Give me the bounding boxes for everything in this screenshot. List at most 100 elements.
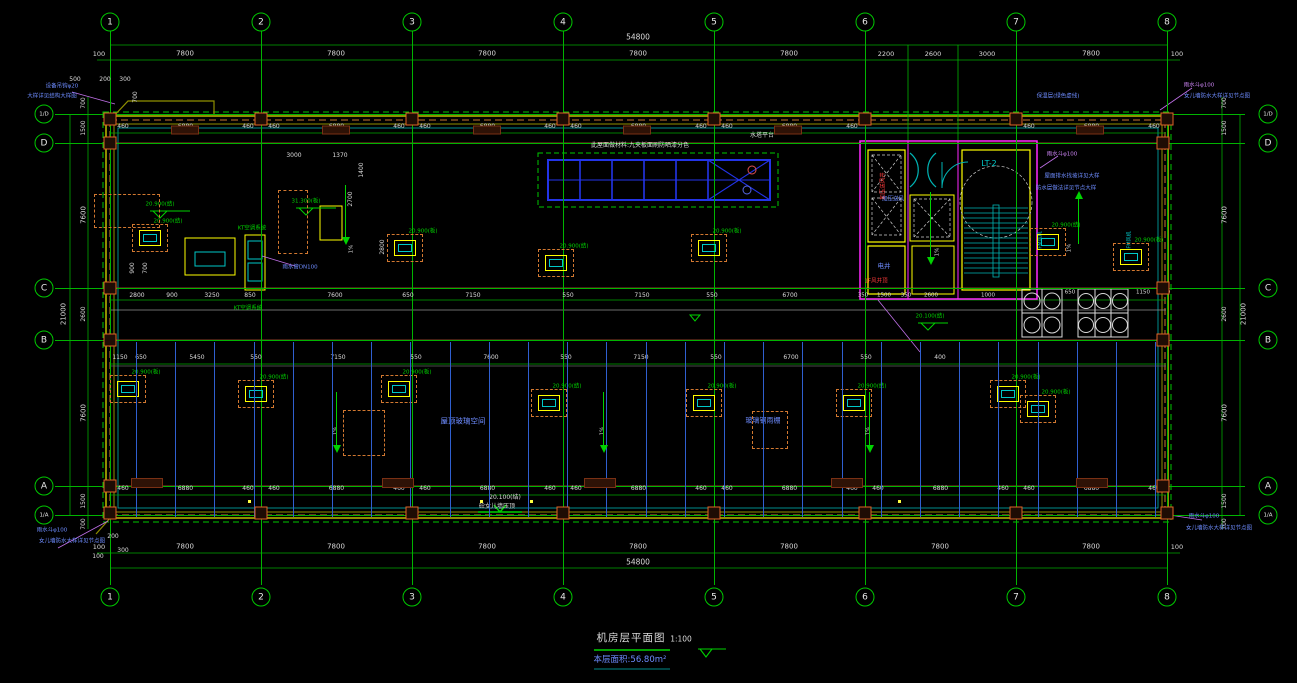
stair-core [860, 141, 1037, 299]
dim-text: 6880 [480, 486, 495, 492]
vent-grille [322, 126, 350, 135]
glass-mullion-line [920, 342, 921, 517]
dim-text: 7150 [634, 293, 649, 299]
dim-text: 460 [570, 124, 581, 130]
glass-mullion-line [175, 342, 176, 517]
dim-text: 7800 [780, 544, 798, 551]
dim-text: 1500 [81, 120, 87, 135]
vent-grille [584, 478, 616, 488]
column-marker [859, 113, 872, 126]
dim-text: 550 [250, 355, 261, 361]
glass-mullion-line [842, 342, 843, 517]
dim-text: 460 [721, 124, 732, 130]
column-marker [104, 334, 117, 347]
column-marker [1010, 113, 1023, 126]
dim-text: 7600 [81, 206, 88, 224]
dim-text: 1400 [359, 162, 365, 177]
annotation-text: 女儿墙防水大样详见节点图 [1186, 526, 1252, 532]
column-marker [255, 113, 268, 126]
dim-text: 460 [393, 124, 404, 130]
dim-text: 1500 [1222, 120, 1228, 135]
vent-grille [774, 126, 802, 135]
vent-grille [382, 478, 414, 488]
dim-text: 7800 [1082, 544, 1100, 551]
equipment-duct [398, 244, 412, 252]
glass-mullion-line [959, 342, 960, 517]
dim-text: 550 [710, 355, 721, 361]
slope-arrow-head [342, 237, 350, 245]
glass-mullion-line [371, 342, 372, 517]
equipment-duct [392, 385, 406, 393]
dim-text: 7600 [327, 293, 342, 299]
dim-text: 2700 [348, 191, 354, 206]
dim-text: 2600 [924, 293, 938, 299]
dim-text: 6880 [178, 486, 193, 492]
grid-bubble-A: A [1259, 477, 1278, 496]
dim-text: 700 [81, 97, 87, 108]
annotation-text: 保温层(绿色虚线) [1037, 94, 1080, 100]
dim-text: 1150 [1136, 290, 1150, 296]
dim-text: 460 [1148, 124, 1159, 130]
slope-arrow [603, 392, 604, 446]
dim-text: 7800 [780, 51, 798, 58]
dim-text: 460 [1023, 486, 1034, 492]
slope-arrow-head [927, 257, 935, 265]
dim-text: 2800 [129, 293, 144, 299]
annotation-text: 加压送风 [882, 197, 904, 203]
slope-arrow [930, 192, 931, 258]
vent-grille [131, 478, 163, 488]
glass-mullion-line [881, 342, 882, 517]
dim-text: 21000 [61, 303, 68, 325]
grid-bubble-4: 4 [554, 13, 573, 32]
grid-line-row-1-A [55, 515, 1245, 516]
dim-text: 6700 [783, 355, 798, 361]
dim-text: 550 [410, 355, 421, 361]
dim-text: 550 [562, 293, 573, 299]
vent-grille [1076, 126, 1104, 135]
annotation-text: KT空调系统 [234, 306, 263, 312]
annotation-text: 防水层做法详见节点大样 [1036, 186, 1097, 192]
dim-text: 460 [268, 124, 279, 130]
dim-text: 3000 [979, 51, 996, 58]
dim-text: 6880 [782, 486, 797, 492]
annotation-text: 雨水斗φ100 [1047, 152, 1078, 158]
dim-text: 460 [695, 486, 706, 492]
dim-text: 350 [858, 293, 869, 299]
dim-text: 900 [166, 293, 177, 299]
glass-mullion-line [214, 342, 215, 517]
dim-text: 7800 [176, 544, 194, 551]
column-marker [859, 507, 872, 520]
annotation-text: 设备吊钩φ20 [46, 84, 79, 90]
equipment-duct [847, 399, 861, 407]
slope-arrow-head [1075, 191, 1083, 199]
drawing-title: 机房层平面图 [597, 633, 666, 644]
north-arrow [698, 649, 726, 657]
column-marker [1157, 282, 1170, 295]
equipment-duct [1001, 390, 1015, 398]
dim-text: 7800 [931, 544, 949, 551]
dim-text: 6880 [933, 486, 948, 492]
dim-text: 500 [69, 77, 80, 83]
glass-mullion-line [1077, 342, 1078, 517]
vent-grille [473, 126, 501, 135]
annotation-text: 20.100(结) [915, 314, 944, 320]
dim-text: 21000 [1241, 303, 1248, 325]
dim-text: 460 [544, 486, 555, 492]
level-label: 20.900(板) [1134, 238, 1163, 244]
level-label: 20.900(板) [402, 370, 431, 376]
grid-bubble-4: 4 [554, 588, 573, 607]
annotation-text: 雨水管DN100 [282, 265, 317, 271]
glass-mullion-line [724, 342, 725, 517]
grid-bubble-8: 8 [1158, 13, 1177, 32]
equipment-pad [343, 410, 385, 456]
dim-text: 460 [695, 124, 706, 130]
drawing-scale: 1:100 [670, 635, 692, 643]
dim-text: 6880 [631, 486, 646, 492]
column-marker [557, 507, 570, 520]
dim-text: 7800 [176, 51, 194, 58]
grid-bubble-2: 2 [252, 588, 271, 607]
cad-floor-plan-canvas: 机房层平面图 1:100 本层面积:56.80m² 11223344556677… [0, 0, 1297, 683]
column-marker [104, 113, 117, 126]
grid-bubble-5: 5 [705, 588, 724, 607]
level-label: 20.900(结) [559, 244, 588, 250]
